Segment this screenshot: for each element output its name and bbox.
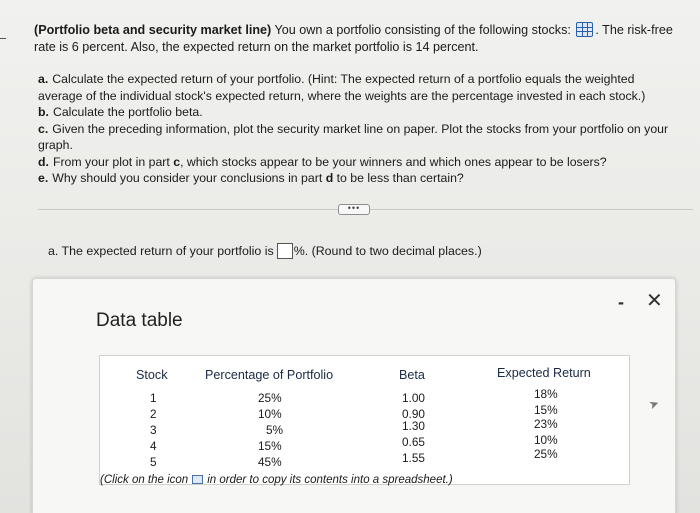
part-e: e. Why should you consider your conclusio… xyxy=(38,171,464,185)
data-table: Stock Percentage of Portfolio Beta Expec… xyxy=(99,355,630,486)
problem-text-3: rate is 6 percent. Also, the expected re… xyxy=(34,40,479,54)
header-stock: Stock xyxy=(136,368,168,382)
close-icon[interactable]: ✕ xyxy=(646,288,663,313)
problem-text-1: You own a portfolio consisting of the fo… xyxy=(274,23,571,37)
header-expected-return: Expected Return xyxy=(497,366,591,380)
page-edge-tick xyxy=(0,38,6,39)
part-d: d. From your plot in part c, which stocks… xyxy=(38,154,607,169)
mouse-cursor-icon: ➤ xyxy=(646,395,662,413)
problem-text-2: . The risk-free xyxy=(595,23,673,37)
data-table-dialog: Data table - ✕ Stock Percentage of Portf… xyxy=(32,278,676,513)
answer-input[interactable] xyxy=(276,243,293,259)
expand-button[interactable]: ••• xyxy=(338,204,370,215)
part-b: b. Calculate the portfolio beta. xyxy=(38,105,203,119)
header-beta: Beta xyxy=(399,368,425,382)
header-percentage: Percentage of Portfolio xyxy=(205,368,334,382)
answer-prefix: a. The expected return of your portfolio… xyxy=(48,244,274,258)
answer-suffix: %. (Round to two decimal places.) xyxy=(293,244,482,258)
copy-to-spreadsheet-icon[interactable] xyxy=(192,475,204,484)
problem-statement: (Portfolio beta and security market line… xyxy=(34,22,694,56)
copy-note: (Click on the icon in order to copy its c… xyxy=(100,474,453,486)
table-row: 5 45% 1.55 25% xyxy=(150,447,558,469)
part-c: c. Given the preceding information, plot … xyxy=(38,121,669,153)
dialog-title: Data table xyxy=(96,310,183,331)
data-table-icon[interactable] xyxy=(576,22,594,37)
part-a: a. Calculate the expected return of your … xyxy=(38,72,646,103)
problem-title: (Portfolio beta and security market line… xyxy=(34,23,272,37)
minimize-icon[interactable]: - xyxy=(618,292,624,313)
question-parts: a. Calculate the expected return of your … xyxy=(38,71,688,187)
answer-line: a. The expected return of your portfolio… xyxy=(48,242,482,260)
